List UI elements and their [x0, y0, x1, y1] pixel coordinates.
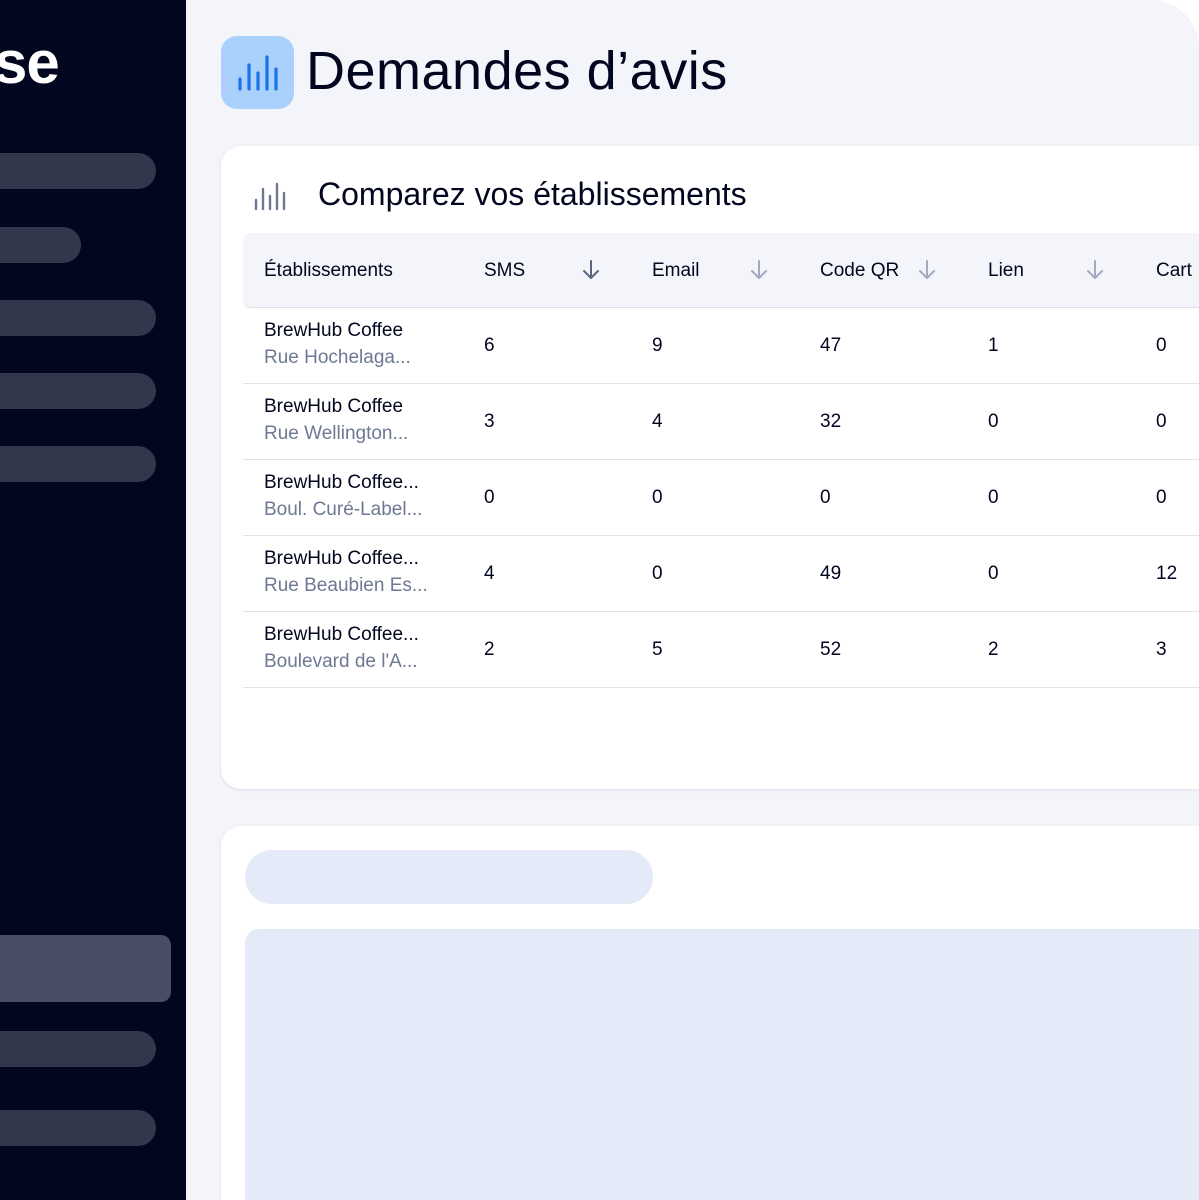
sidebar-item-1[interactable]: [0, 153, 156, 189]
cell-sms: 3: [484, 411, 495, 432]
cell-email: 0: [652, 487, 663, 508]
establishment-address: Rue Wellington...: [264, 423, 409, 444]
bar-chart-icon: [221, 36, 294, 109]
cell-email: 4: [652, 411, 663, 432]
page-title: Demandes d’avis: [306, 41, 728, 101]
table-row[interactable]: BrewHub Coffee Rue Wellington... 3 4 32 …: [243, 384, 1199, 460]
establishment-address: Boul. Curé-Label...: [264, 499, 423, 520]
cell-sms: 0: [484, 487, 495, 508]
establishment-name: BrewHub Coffee...: [264, 472, 419, 493]
sidebar-item-5[interactable]: [0, 446, 156, 482]
column-header-email[interactable]: Email: [652, 233, 700, 308]
cell-code-qr: 52: [820, 639, 842, 660]
sidebar-item-7[interactable]: [0, 1110, 156, 1146]
cell-lien: 0: [988, 487, 999, 508]
cell-lien: 1: [988, 335, 999, 356]
main-content: Demandes d’avis Comparez vos établisseme…: [186, 0, 1199, 1200]
sidebar-item-6[interactable]: [0, 1031, 156, 1067]
table-header: Établissements SMS Email Code QR Lien Ca…: [243, 233, 1199, 308]
establishment-name: BrewHub Coffee: [264, 396, 404, 417]
establishment-name: BrewHub Coffee...: [264, 624, 419, 645]
cell-code-qr: 32: [820, 411, 842, 432]
arrow-down-icon[interactable]: [749, 259, 769, 286]
skeleton-content-placeholder: [245, 929, 1199, 1200]
cell-sms: 2: [484, 639, 495, 660]
skeleton-title-placeholder: [245, 850, 653, 904]
app-window: se Demandes d’avis Comparez vos établiss…: [0, 0, 1199, 1200]
sidebar-item-active[interactable]: [0, 935, 171, 1002]
table-row[interactable]: BrewHub Coffee... Rue Beaubien Es... 4 0…: [243, 536, 1199, 612]
column-header-sms[interactable]: SMS: [484, 233, 525, 308]
cell-cart: 0: [1156, 335, 1167, 356]
cell-email: 5: [652, 639, 663, 660]
column-header-code-qr[interactable]: Code QR: [820, 233, 899, 308]
column-header-etablissements: Établissements: [264, 259, 393, 281]
table-row[interactable]: BrewHub Coffee... Boul. Curé-Label... 0 …: [243, 460, 1199, 536]
cell-cart: 0: [1156, 411, 1167, 432]
sidebar: se: [0, 0, 186, 1200]
cell-cart: 12: [1156, 563, 1178, 584]
cell-lien: 0: [988, 411, 999, 432]
table-row[interactable]: BrewHub Coffee Rue Hochelaga... 6 9 47 1…: [243, 308, 1199, 384]
bar-chart-icon: [253, 182, 287, 217]
cell-cart: 0: [1156, 487, 1167, 508]
establishment-address: Rue Hochelaga...: [264, 347, 411, 368]
card-title: Comparez vos établissements: [318, 176, 747, 212]
brand-logo: se: [0, 29, 60, 96]
sidebar-item-4[interactable]: [0, 373, 156, 409]
column-header-cart[interactable]: Cart: [1156, 233, 1192, 308]
cell-code-qr: 0: [820, 487, 831, 508]
loading-card: [221, 826, 1199, 1200]
cell-lien: 0: [988, 563, 999, 584]
cell-cart: 3: [1156, 639, 1167, 660]
sidebar-item-3[interactable]: [0, 300, 156, 336]
establishment-address: Boulevard de l'A...: [264, 651, 418, 672]
arrow-down-icon[interactable]: [1085, 259, 1105, 286]
table-row[interactable]: BrewHub Coffee... Boulevard de l'A... 2 …: [243, 612, 1199, 688]
sidebar-item-2[interactable]: [0, 227, 81, 263]
cell-email: 0: [652, 563, 663, 584]
establishment-name: BrewHub Coffee: [264, 320, 404, 341]
arrow-down-icon[interactable]: [581, 259, 601, 286]
cell-sms: 6: [484, 335, 495, 356]
cell-sms: 4: [484, 563, 495, 584]
cell-code-qr: 47: [820, 335, 842, 356]
column-header-lien[interactable]: Lien: [988, 233, 1024, 308]
cell-code-qr: 49: [820, 563, 842, 584]
establishment-address: Rue Beaubien Es...: [264, 575, 428, 596]
cell-lien: 2: [988, 639, 999, 660]
comparison-card: Comparez vos établissements Établissemen…: [221, 146, 1199, 789]
arrow-down-icon[interactable]: [917, 259, 937, 286]
establishment-name: BrewHub Coffee...: [264, 548, 419, 569]
cell-email: 9: [652, 335, 663, 356]
